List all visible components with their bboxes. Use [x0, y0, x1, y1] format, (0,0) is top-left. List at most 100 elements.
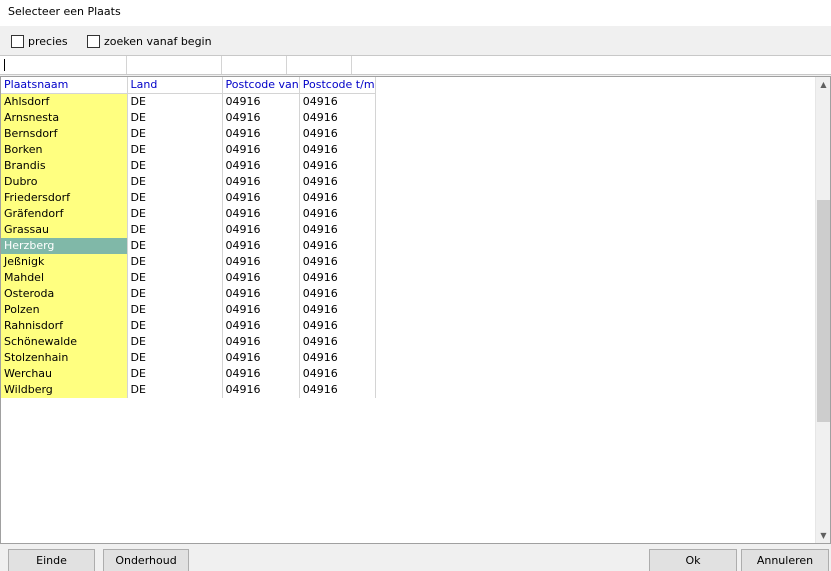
- cell-postcode-van[interactable]: 04916: [222, 302, 300, 318]
- cell-postcode-tm[interactable]: 04916: [299, 158, 376, 174]
- cell-postcode-van[interactable]: 04916: [222, 222, 300, 238]
- cell-land[interactable]: DE: [127, 334, 223, 350]
- cell-land[interactable]: DE: [127, 222, 223, 238]
- cell-postcode-van[interactable]: 04916: [222, 93, 300, 110]
- table-row[interactable]: Gräfendorf DE 04916 04916: [1, 206, 376, 222]
- cell-plaatsnaam[interactable]: Friedersdorf: [1, 190, 128, 206]
- cell-postcode-van[interactable]: 04916: [222, 350, 300, 366]
- table-row[interactable]: Arnsnesta DE 04916 04916: [1, 110, 376, 126]
- cell-plaatsnaam[interactable]: Schönewalde: [1, 334, 128, 350]
- table-row[interactable]: Brandis DE 04916 04916: [1, 158, 376, 174]
- precies-checkbox[interactable]: precies: [11, 35, 68, 48]
- cell-postcode-tm[interactable]: 04916: [299, 334, 376, 350]
- cell-postcode-van[interactable]: 04916: [222, 254, 300, 270]
- scrollbar-thumb[interactable]: [817, 200, 830, 422]
- cell-postcode-van[interactable]: 04916: [222, 334, 300, 350]
- cell-plaatsnaam[interactable]: Polzen: [1, 302, 128, 318]
- cell-plaatsnaam[interactable]: Arnsnesta: [1, 110, 128, 126]
- cell-plaatsnaam[interactable]: Mahdel: [1, 270, 128, 286]
- cell-land[interactable]: DE: [127, 238, 223, 254]
- cell-plaatsnaam[interactable]: Wildberg: [1, 382, 128, 398]
- cell-postcode-tm[interactable]: 04916: [299, 270, 376, 286]
- cell-land[interactable]: DE: [127, 270, 223, 286]
- ok-button[interactable]: Ok: [649, 549, 737, 571]
- cell-land[interactable]: DE: [127, 190, 223, 206]
- annuleren-button[interactable]: Annuleren: [741, 549, 829, 571]
- table-row[interactable]: Osteroda DE 04916 04916: [1, 286, 376, 302]
- cell-postcode-van[interactable]: 04916: [222, 142, 300, 158]
- zoeken-vanaf-begin-checkbox[interactable]: zoeken vanaf begin: [87, 35, 212, 48]
- cell-postcode-van[interactable]: 04916: [222, 318, 300, 334]
- places-grid[interactable]: Plaatsnaam Land Postcode van Postcode t/…: [0, 76, 831, 544]
- cell-postcode-tm[interactable]: 04916: [299, 93, 376, 110]
- cell-land[interactable]: DE: [127, 110, 223, 126]
- vertical-scrollbar[interactable]: ▲ ▼: [815, 77, 830, 543]
- cell-postcode-van[interactable]: 04916: [222, 174, 300, 190]
- cell-postcode-van[interactable]: 04916: [222, 190, 300, 206]
- einde-button[interactable]: Einde: [8, 549, 95, 571]
- cell-postcode-tm[interactable]: 04916: [299, 302, 376, 318]
- table-row[interactable]: Jeßnigk DE 04916 04916: [1, 254, 376, 270]
- cell-postcode-tm[interactable]: 04916: [299, 110, 376, 126]
- cell-postcode-van[interactable]: 04916: [222, 158, 300, 174]
- filter-postcode-van-input[interactable]: [222, 56, 287, 74]
- cell-land[interactable]: DE: [127, 318, 223, 334]
- cell-postcode-van[interactable]: 04916: [222, 206, 300, 222]
- cell-land[interactable]: DE: [127, 286, 223, 302]
- filter-land-input[interactable]: [127, 56, 222, 74]
- cell-plaatsnaam[interactable]: Borken: [1, 142, 128, 158]
- cell-postcode-van[interactable]: 04916: [222, 126, 300, 142]
- table-row[interactable]: Stolzenhain DE 04916 04916: [1, 350, 376, 366]
- table-row[interactable]: Wildberg DE 04916 04916: [1, 382, 376, 398]
- table-row[interactable]: Grassau DE 04916 04916: [1, 222, 376, 238]
- cell-land[interactable]: DE: [127, 206, 223, 222]
- cell-postcode-van[interactable]: 04916: [222, 366, 300, 382]
- table-row[interactable]: Borken DE 04916 04916: [1, 142, 376, 158]
- cell-postcode-van[interactable]: 04916: [222, 110, 300, 126]
- cell-land[interactable]: DE: [127, 254, 223, 270]
- table-row[interactable]: Werchau DE 04916 04916: [1, 366, 376, 382]
- cell-postcode-tm[interactable]: 04916: [299, 238, 376, 254]
- cell-postcode-tm[interactable]: 04916: [299, 206, 376, 222]
- cell-land[interactable]: DE: [127, 350, 223, 366]
- filter-plaatsnaam-input[interactable]: [0, 56, 127, 74]
- cell-plaatsnaam[interactable]: Stolzenhain: [1, 350, 128, 366]
- cell-plaatsnaam[interactable]: Ahlsdorf: [1, 93, 128, 110]
- column-header-land[interactable]: Land: [127, 77, 223, 94]
- cell-postcode-tm[interactable]: 04916: [299, 254, 376, 270]
- column-header-postcode-tm[interactable]: Postcode t/m: [299, 77, 376, 94]
- cell-postcode-tm[interactable]: 04916: [299, 222, 376, 238]
- cell-land[interactable]: DE: [127, 126, 223, 142]
- cell-land[interactable]: DE: [127, 302, 223, 318]
- cell-postcode-van[interactable]: 04916: [222, 270, 300, 286]
- checkbox-box[interactable]: [87, 35, 100, 48]
- cell-postcode-van[interactable]: 04916: [222, 238, 300, 254]
- cell-postcode-van[interactable]: 04916: [222, 286, 300, 302]
- cell-plaatsnaam[interactable]: Herzberg: [1, 238, 128, 254]
- onderhoud-button[interactable]: Onderhoud: [103, 549, 189, 571]
- column-header-plaatsnaam[interactable]: Plaatsnaam: [1, 77, 128, 94]
- table-row[interactable]: Friedersdorf DE 04916 04916: [1, 190, 376, 206]
- cell-postcode-tm[interactable]: 04916: [299, 142, 376, 158]
- filter-postcode-tm-input[interactable]: [287, 56, 352, 74]
- cell-plaatsnaam[interactable]: Bernsdorf: [1, 126, 128, 142]
- table-row[interactable]: Polzen DE 04916 04916: [1, 302, 376, 318]
- cell-plaatsnaam[interactable]: Jeßnigk: [1, 254, 128, 270]
- cell-postcode-tm[interactable]: 04916: [299, 382, 376, 398]
- cell-plaatsnaam[interactable]: Dubro: [1, 174, 128, 190]
- cell-plaatsnaam[interactable]: Werchau: [1, 366, 128, 382]
- cell-postcode-tm[interactable]: 04916: [299, 366, 376, 382]
- cell-plaatsnaam[interactable]: Brandis: [1, 158, 128, 174]
- table-row[interactable]: Schönewalde DE 04916 04916: [1, 334, 376, 350]
- cell-land[interactable]: DE: [127, 158, 223, 174]
- cell-plaatsnaam[interactable]: Gräfendorf: [1, 206, 128, 222]
- cell-plaatsnaam[interactable]: Rahnisdorf: [1, 318, 128, 334]
- cell-land[interactable]: DE: [127, 93, 223, 110]
- scroll-up-icon[interactable]: ▲: [816, 77, 830, 92]
- table-row[interactable]: Bernsdorf DE 04916 04916: [1, 126, 376, 142]
- cell-postcode-tm[interactable]: 04916: [299, 350, 376, 366]
- cell-land[interactable]: DE: [127, 382, 223, 398]
- cell-plaatsnaam[interactable]: Grassau: [1, 222, 128, 238]
- cell-postcode-tm[interactable]: 04916: [299, 190, 376, 206]
- table-row[interactable]: Dubro DE 04916 04916: [1, 174, 376, 190]
